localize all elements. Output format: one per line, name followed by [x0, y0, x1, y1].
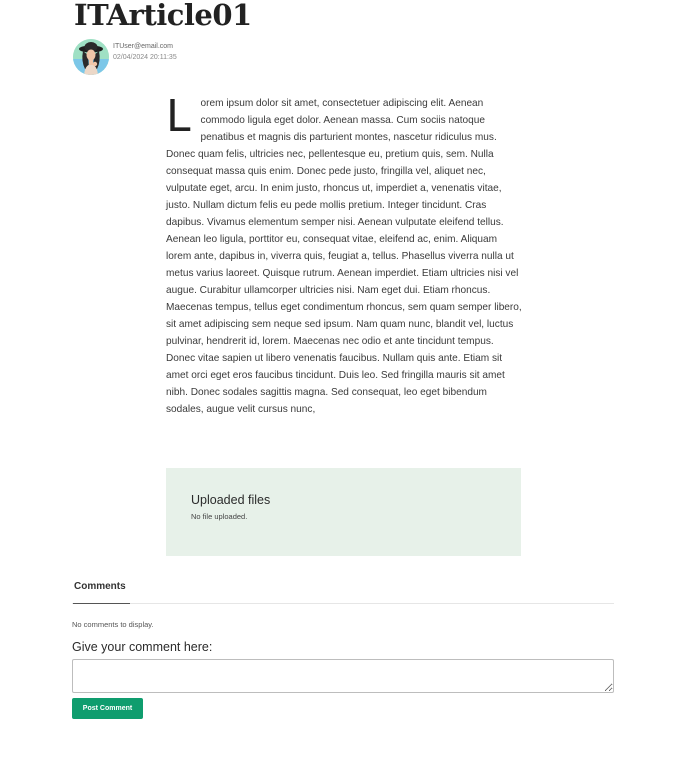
- comment-input-label: Give your comment here:: [72, 640, 213, 654]
- comments-divider: [72, 603, 614, 604]
- uploaded-files-title: Uploaded files: [191, 493, 271, 507]
- uploaded-files-empty-message: No file uploaded.: [191, 512, 248, 521]
- article-body: Lorem ipsum dolor sit amet, consectetuer…: [166, 95, 522, 418]
- uploaded-files-panel: Uploaded files No file uploaded.: [166, 468, 521, 556]
- avatar-photo-icon: [73, 39, 109, 75]
- author-email: ITUser@email.com: [113, 43, 174, 50]
- tab-comments[interactable]: Comments: [74, 581, 126, 592]
- comment-input[interactable]: [72, 659, 614, 693]
- post-comment-button[interactable]: Post Comment: [72, 698, 143, 719]
- article-text: orem ipsum dolor sit amet, consectetuer …: [166, 98, 522, 415]
- drop-cap: L: [166, 91, 191, 142]
- article-title: ITArticle01: [74, 0, 252, 32]
- author-avatar: [73, 39, 109, 75]
- author-info: ITUser@email.com 02/04/2024 20:11:35: [73, 39, 177, 75]
- tab-comments-underline: [73, 603, 130, 604]
- post-date: 02/04/2024 20:11:35: [113, 54, 177, 61]
- no-comments-message: No comments to display.: [72, 620, 154, 629]
- author-meta: ITUser@email.com 02/04/2024 20:11:35: [113, 41, 177, 63]
